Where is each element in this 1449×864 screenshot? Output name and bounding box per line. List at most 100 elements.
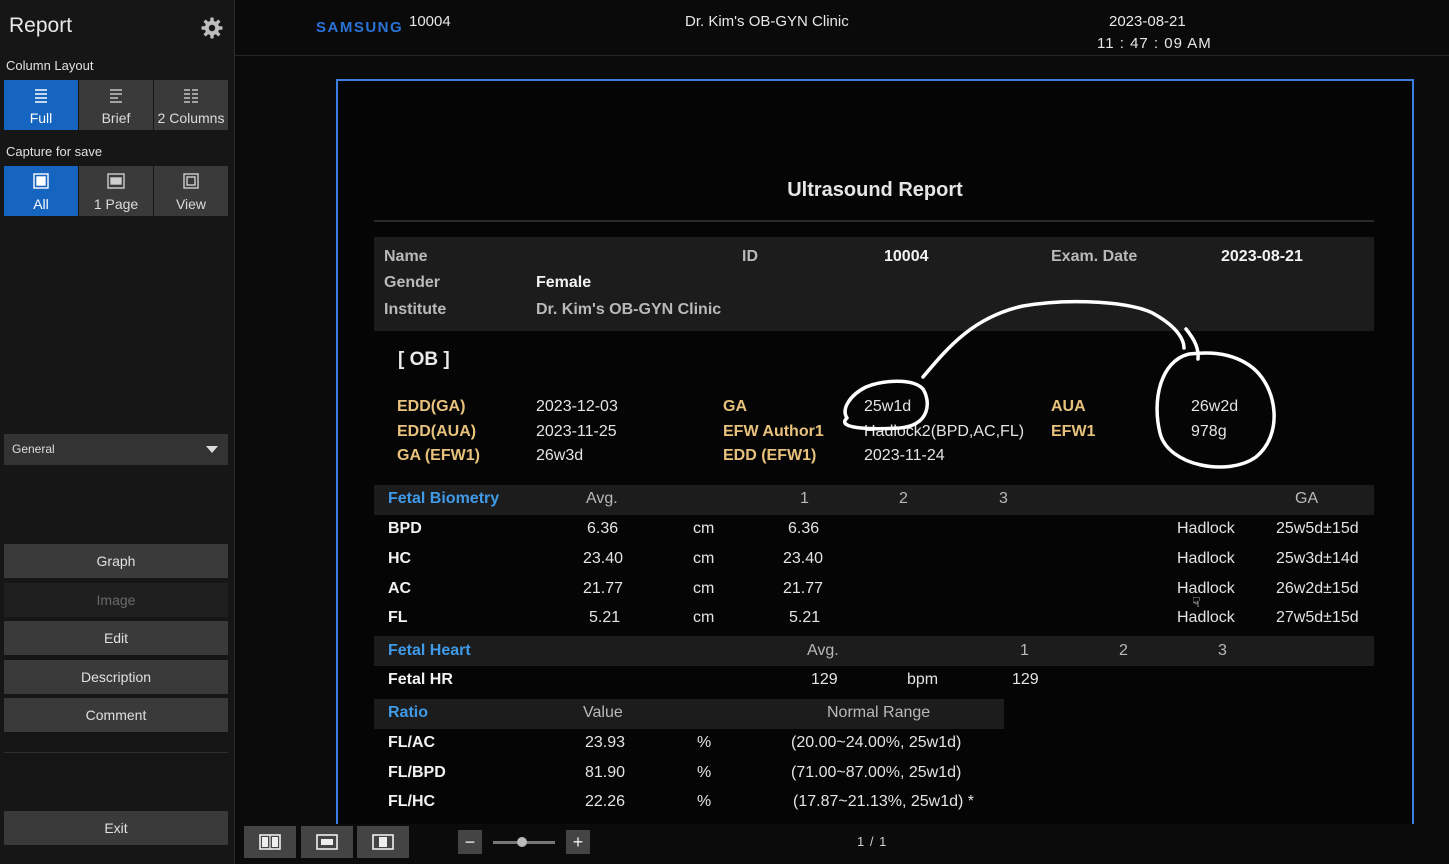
- table-row-ga: 27w5d±15d: [1276, 609, 1359, 626]
- table-row-m1: 23.40: [783, 550, 824, 567]
- report-type-selected: General: [12, 442, 55, 456]
- biometry-header-band: [374, 485, 1374, 515]
- comment-button[interactable]: Comment: [4, 698, 228, 732]
- column-layout-label: Column Layout: [6, 58, 94, 73]
- biometry-col1-header: 1: [800, 490, 809, 507]
- sidebar-divider: [4, 752, 228, 753]
- table-row-unit: %: [697, 764, 712, 781]
- table-row-unit: cm: [693, 609, 715, 626]
- ratio-value-header: Value: [583, 704, 623, 721]
- brief-layout-icon: [110, 89, 122, 103]
- heart-col2-header: 2: [1119, 642, 1128, 659]
- report-type-dropdown[interactable]: General: [4, 434, 228, 465]
- table-row-m1: 6.36: [788, 520, 820, 537]
- table-row-ga: 25w3d±14d: [1276, 550, 1359, 567]
- table-row-unit: %: [697, 793, 712, 810]
- ratio-title: Ratio: [388, 704, 428, 721]
- chevron-down-icon: [206, 446, 218, 453]
- capture-page-label: 1 Page: [93, 196, 139, 212]
- table-row-range: (20.00~24.00%, 25w1d): [791, 734, 962, 751]
- zoom-in-button[interactable]: +: [566, 830, 590, 854]
- table-row-value: 22.26: [585, 793, 626, 810]
- image-button[interactable]: Image: [4, 583, 228, 617]
- page-indicator: 1 / 1: [857, 834, 888, 849]
- table-row-author: Hadlock: [1177, 520, 1235, 537]
- sidebar: Report Column Layout Full Brief 2 Column…: [0, 0, 235, 864]
- layout-full-label: Full: [29, 110, 53, 126]
- heart-col3-header: 3: [1218, 642, 1227, 659]
- table-row-name: FL/HC: [388, 793, 436, 810]
- hand-cursor-icon: ☟: [1192, 594, 1201, 610]
- samsung-logo: SAMSUNG: [316, 19, 404, 36]
- header-time: 11 : 47 : 09 AM: [1097, 35, 1212, 52]
- capture-view-label: View: [175, 196, 207, 212]
- table-row-range: (17.87~21.13%, 25w1d) *: [793, 793, 975, 810]
- top-header: SAMSUNG 10004 Dr. Kim's OB-GYN Clinic 20…: [235, 0, 1449, 56]
- heart-avg-header: Avg.: [807, 642, 839, 659]
- fit-page-icon: [316, 834, 338, 850]
- table-row-value: 23.93: [585, 734, 626, 751]
- ratio-range-header: Normal Range: [827, 704, 931, 721]
- layout-two-columns-button[interactable]: 2 Columns: [154, 80, 228, 130]
- table-row-name: FL/BPD: [388, 764, 446, 781]
- table-row-avg: 5.21: [589, 609, 621, 626]
- biometry-avg-header: Avg.: [586, 490, 618, 507]
- table-row-author: Hadlock: [1177, 580, 1235, 597]
- gear-icon[interactable]: [200, 16, 224, 40]
- table-row-name: FL/AC: [388, 734, 436, 751]
- table-row-unit: cm: [693, 520, 715, 537]
- zoom-out-button[interactable]: −: [458, 830, 482, 854]
- heart-col1-header: 1: [1020, 642, 1029, 659]
- two-columns-icon: [184, 89, 198, 103]
- heart-title: Fetal Heart: [388, 642, 471, 659]
- capture-view-icon: [183, 173, 199, 189]
- table-row-author: Hadlock: [1177, 609, 1235, 626]
- fit-width-icon: [372, 834, 394, 850]
- table-row-avg: 6.36: [587, 520, 619, 537]
- panel-title: Report: [9, 14, 73, 37]
- column-layout-group: Full Brief 2 Columns: [4, 80, 228, 130]
- view-width-button[interactable]: [357, 826, 409, 858]
- table-row-unit: cm: [693, 550, 715, 567]
- table-row-m1: 21.77: [783, 580, 824, 597]
- layout-full-button[interactable]: Full: [4, 80, 78, 130]
- description-button[interactable]: Description: [4, 660, 228, 694]
- biometry-ga-header: GA: [1295, 490, 1319, 507]
- layout-brief-button[interactable]: Brief: [79, 80, 153, 130]
- table-row-unit: cm: [693, 580, 715, 597]
- table-row-name: Fetal HR: [388, 671, 453, 688]
- table-row-avg: 129: [811, 671, 838, 688]
- report-page[interactable]: Ultrasound Report Name ID 10004 Exam. Da…: [336, 79, 1414, 826]
- edit-button[interactable]: Edit: [4, 621, 228, 655]
- header-patient-id: 10004: [409, 13, 451, 30]
- capture-view-button[interactable]: View: [154, 166, 228, 216]
- table-row-ga: 26w2d±15d: [1276, 580, 1359, 597]
- table-row-unit: bpm: [907, 671, 939, 688]
- table-row-name: AC: [388, 580, 412, 597]
- view-full-button[interactable]: [244, 826, 296, 858]
- table-row-author: Hadlock: [1177, 550, 1235, 567]
- view-fit-button[interactable]: [301, 826, 353, 858]
- capture-group: All 1 Page View: [4, 166, 228, 216]
- table-row-name: BPD: [388, 520, 422, 537]
- handwritten-annotation: [843, 299, 1276, 469]
- layout-brief-label: Brief: [101, 110, 131, 126]
- biometry-col3-header: 3: [999, 490, 1008, 507]
- header-date: 2023-08-21: [1109, 13, 1186, 30]
- capture-page-button[interactable]: 1 Page: [79, 166, 153, 216]
- table-row-avg: 21.77: [583, 580, 624, 597]
- exit-button[interactable]: Exit: [4, 811, 228, 845]
- layout-two-columns-label: 2 Columns: [157, 110, 225, 126]
- full-layout-icon: [35, 89, 47, 103]
- capture-all-icon: [33, 173, 49, 189]
- capture-all-button[interactable]: All: [4, 166, 78, 216]
- bottom-toolbar: − + 1 / 1: [235, 824, 1449, 864]
- table-row-unit: %: [697, 734, 712, 751]
- graph-button[interactable]: Graph: [4, 544, 228, 578]
- biometry-col2-header: 2: [899, 490, 908, 507]
- table-row-avg: 23.40: [583, 550, 624, 567]
- table-row-name: HC: [388, 550, 412, 567]
- single-view-icon: [259, 834, 281, 850]
- table-row-ga: 25w5d±15d: [1276, 520, 1359, 537]
- zoom-slider-handle[interactable]: [517, 837, 527, 847]
